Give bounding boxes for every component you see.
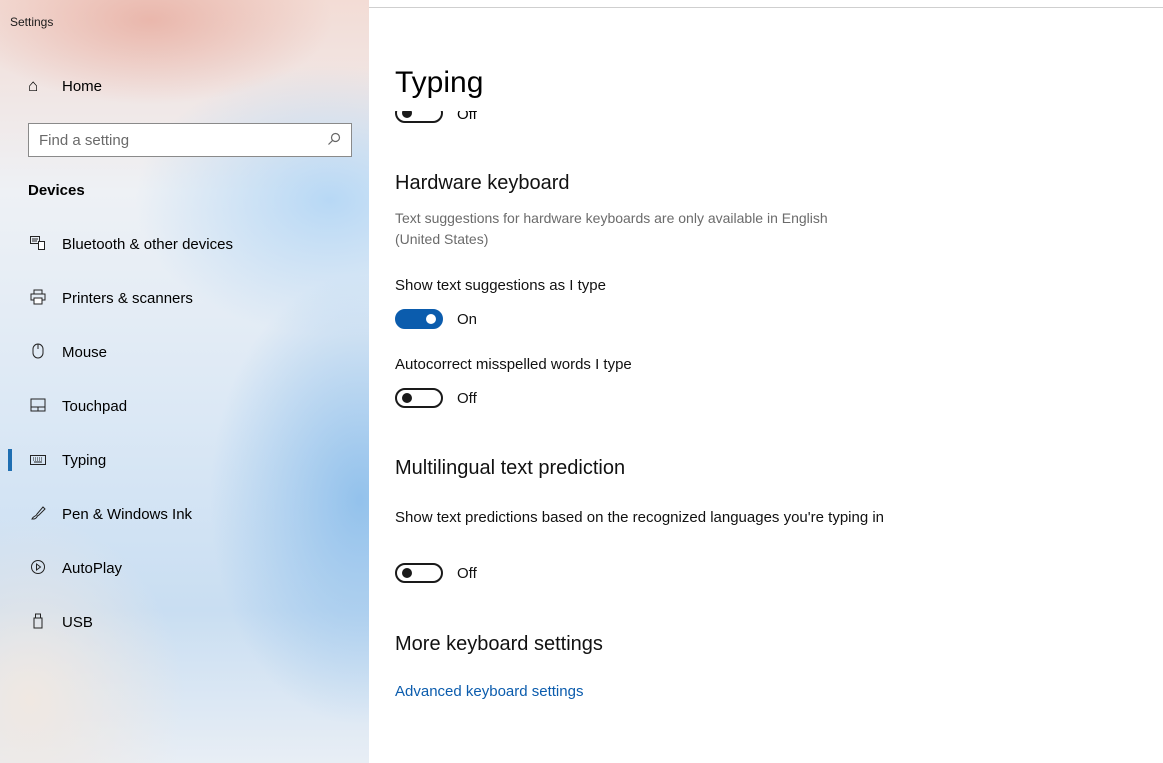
sidebar-item-label: Pen & Windows Ink — [62, 505, 193, 523]
toggle-knob — [402, 568, 412, 578]
usb-icon — [28, 613, 48, 632]
text-suggestions-toggle-row: On — [395, 309, 477, 329]
printer-icon — [28, 289, 48, 308]
clipped-toggle-switch[interactable] — [395, 111, 443, 123]
text-suggestions-toggle[interactable] — [395, 309, 443, 329]
keyboard-icon — [28, 452, 48, 468]
pen-icon — [28, 505, 48, 524]
multilingual-label: Show text predictions based on the recog… — [395, 509, 885, 526]
sidebar-item-label: Bluetooth & other devices — [62, 235, 233, 253]
toggle-knob — [402, 393, 412, 403]
sidebar-item-label: Touchpad — [62, 397, 128, 415]
multilingual-toggle[interactable] — [395, 563, 443, 583]
sidebar-item-bluetooth[interactable]: Bluetooth & other devices — [0, 217, 369, 271]
search-input[interactable]: Find a setting — [39, 132, 327, 149]
sidebar-item-pen[interactable]: Pen & Windows Ink — [0, 487, 369, 541]
more-keyboard-settings-heading: More keyboard settings — [395, 633, 603, 655]
sidebar-item-touchpad[interactable]: Touchpad — [0, 379, 369, 433]
autocorrect-label: Autocorrect misspelled words I type — [395, 356, 632, 373]
toggle-knob — [402, 111, 412, 118]
top-divider — [369, 7, 1163, 8]
mouse-icon — [28, 343, 48, 362]
sidebar-item-mouse[interactable]: Mouse — [0, 325, 369, 379]
search-icon[interactable] — [327, 132, 341, 149]
hardware-keyboard-heading: Hardware keyboard — [395, 172, 570, 194]
sidebar-item-label: AutoPlay — [62, 559, 123, 577]
sidebar-item-label: USB — [62, 613, 93, 631]
autocorrect-state: Off — [457, 389, 477, 407]
sidebar-item-usb[interactable]: USB — [0, 595, 369, 649]
sidebar-item-label: Mouse — [62, 343, 108, 361]
text-suggestions-label: Show text suggestions as I type — [395, 277, 606, 294]
toggle-knob — [426, 314, 436, 324]
sidebar: Settings ⌂ Home Find a setting Devices B… — [0, 0, 369, 763]
autocorrect-toggle[interactable] — [395, 388, 443, 408]
section-heading-devices: Devices — [28, 182, 85, 199]
autocorrect-toggle-row: Off — [395, 388, 477, 408]
sidebar-item-autoplay[interactable]: AutoPlay — [0, 541, 369, 595]
bluetooth-devices-icon — [28, 235, 48, 253]
home-icon: ⌂ — [28, 76, 39, 95]
home-nav-item[interactable]: ⌂ Home — [28, 76, 102, 96]
advanced-keyboard-settings-link[interactable]: Advanced keyboard settings — [395, 683, 583, 700]
sidebar-nav: Bluetooth & other devices Printers & sca… — [0, 217, 369, 649]
sidebar-item-typing[interactable]: Typing — [0, 433, 369, 487]
touchpad-icon — [28, 398, 48, 415]
search-box[interactable]: Find a setting — [28, 123, 352, 157]
autoplay-icon — [28, 559, 48, 578]
multilingual-toggle-row: Off — [395, 563, 477, 583]
hardware-keyboard-description: Text suggestions for hardware keyboards … — [395, 210, 828, 247]
window-title: Settings — [10, 15, 54, 29]
page-title: Typing — [395, 66, 484, 99]
home-label: Home — [62, 77, 103, 95]
sidebar-item-label: Typing — [62, 451, 107, 469]
multilingual-heading: Multilingual text prediction — [395, 457, 626, 479]
content-pane: Typing Off Hardware keyboard Text sugges… — [369, 0, 1163, 763]
sidebar-item-printers[interactable]: Printers & scanners — [0, 271, 369, 325]
text-suggestions-state: On — [457, 310, 478, 328]
sidebar-item-label: Printers & scanners — [62, 289, 193, 307]
clipped-toggle-state: Off — [457, 111, 477, 123]
multilingual-state: Off — [457, 564, 477, 582]
clipped-toggle-row: Off — [395, 111, 477, 123]
